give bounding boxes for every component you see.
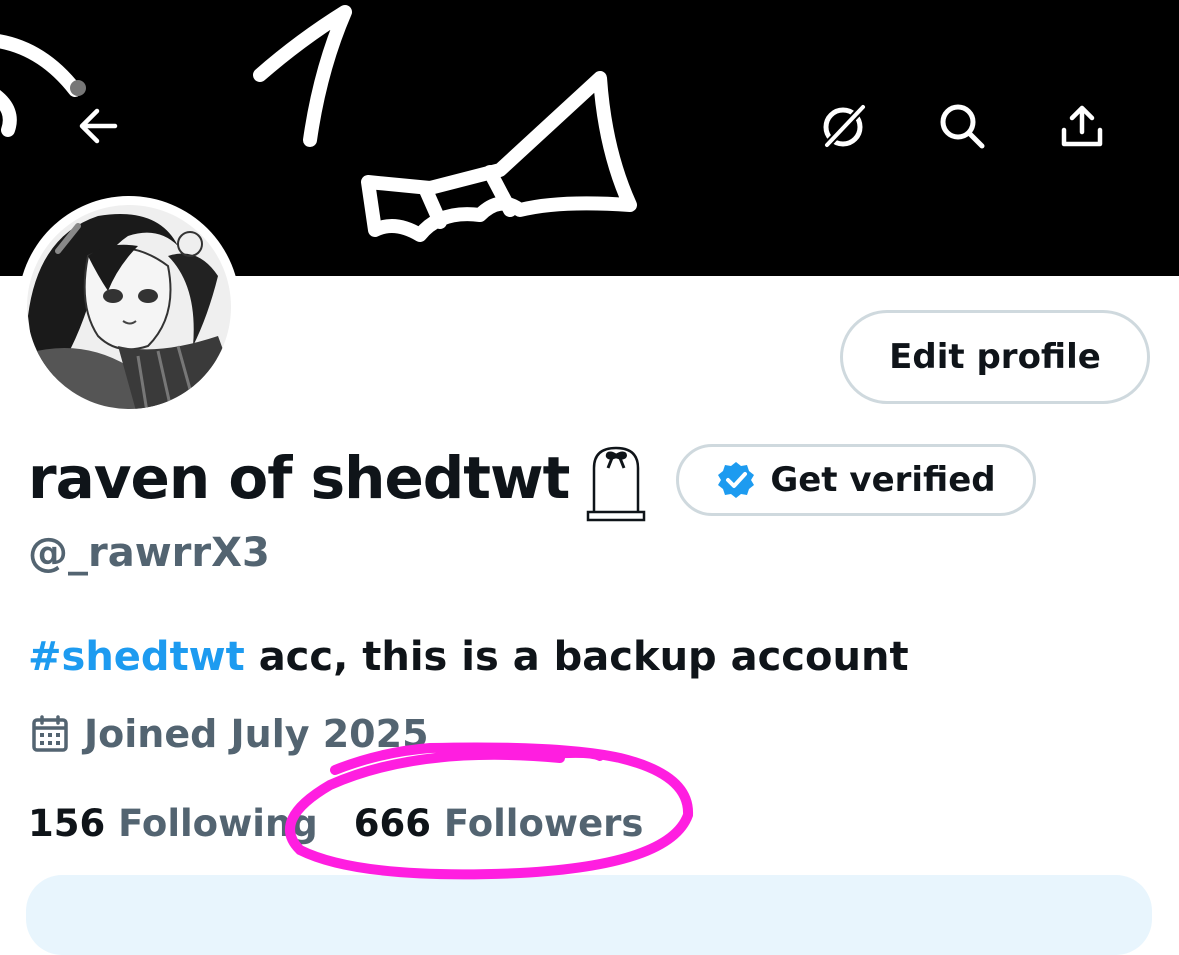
display-name: raven of shedtwt	[28, 444, 570, 512]
joined-date: Joined July 2025	[30, 712, 429, 756]
followers-link[interactable]: 666 Followers	[354, 802, 644, 845]
search-button[interactable]	[930, 94, 994, 158]
grok-icon	[823, 104, 866, 148]
grok-button[interactable]	[812, 94, 876, 158]
avatar-image	[23, 201, 235, 413]
edit-profile-button[interactable]: Edit profile	[840, 310, 1150, 404]
following-label: Following	[118, 802, 318, 845]
avatar[interactable]	[18, 196, 240, 418]
followers-label: Followers	[443, 802, 644, 845]
joined-date-text: Joined July 2025	[84, 712, 429, 756]
following-link[interactable]: 156 Following	[28, 802, 318, 845]
bio-hashtag-link[interactable]: #shedtwt	[28, 634, 245, 680]
get-verified-label: Get verified	[770, 460, 996, 500]
calendar-icon	[32, 715, 68, 752]
verified-badge-icon	[718, 462, 755, 498]
arrow-left-icon	[79, 108, 118, 144]
username-handle: @_rawrrX3	[28, 530, 270, 576]
bio: #shedtwt acc, this is a backup account	[28, 634, 909, 680]
bio-text: acc, this is a backup account	[244, 634, 909, 680]
share-button[interactable]	[1050, 94, 1114, 158]
following-count: 156	[28, 802, 106, 845]
follow-stats: 156 Following 666 Followers	[28, 802, 643, 845]
search-icon	[940, 104, 985, 149]
bottom-card	[26, 875, 1152, 955]
share-icon	[1061, 105, 1103, 147]
followers-count: 666	[353, 802, 432, 845]
get-verified-button[interactable]: Get verified	[676, 444, 1036, 516]
back-button[interactable]	[66, 94, 130, 158]
headstone-emoji-icon	[586, 446, 646, 522]
